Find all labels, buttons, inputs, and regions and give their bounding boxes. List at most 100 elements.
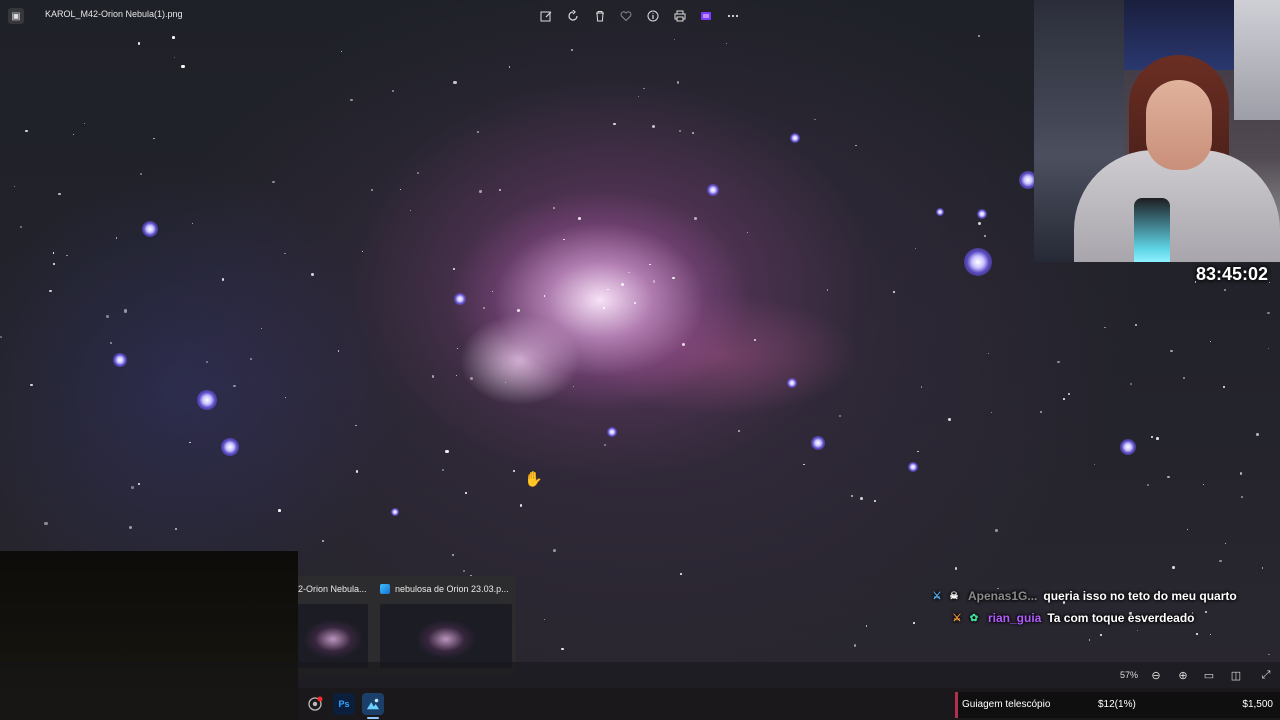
star — [1067, 392, 1070, 396]
photos-app-icon[interactable]: ▣ — [8, 8, 24, 24]
preview-title: nebulosa de Orion 23.03.p... — [395, 584, 509, 594]
star — [563, 238, 565, 241]
star — [371, 189, 373, 191]
chat-username[interactable]: rian_guia — [988, 611, 1041, 625]
star — [803, 463, 805, 466]
active-indicator — [367, 717, 379, 719]
chrome-icon[interactable] — [304, 693, 326, 715]
star — [191, 222, 193, 224]
star — [66, 254, 68, 256]
bright-star — [977, 209, 987, 219]
fit-screen-icon[interactable]: ▭ — [1202, 668, 1216, 682]
star — [1062, 398, 1065, 400]
star — [1039, 410, 1043, 413]
clipchamp-icon[interactable] — [697, 7, 715, 25]
delete-icon[interactable] — [591, 7, 609, 25]
info-icon[interactable] — [644, 7, 662, 25]
bright-star — [790, 133, 800, 143]
star — [977, 222, 981, 226]
star — [431, 375, 435, 378]
star — [140, 172, 143, 175]
star — [651, 124, 655, 128]
sword-badge-icon: ⚔ — [952, 612, 962, 624]
star — [233, 384, 236, 387]
star — [621, 283, 624, 286]
star — [978, 35, 981, 37]
star — [340, 51, 342, 53]
star — [633, 301, 636, 304]
chat-message: ⚔ ☠ Apenas1G... queria isso no teto do m… — [930, 585, 1275, 607]
edit-icon[interactable] — [537, 7, 555, 25]
star — [604, 443, 607, 446]
star — [337, 350, 339, 352]
star — [355, 424, 357, 427]
star — [561, 647, 564, 651]
star — [754, 339, 756, 341]
star — [1239, 471, 1243, 475]
star — [1240, 496, 1243, 498]
star — [355, 470, 358, 473]
bright-star — [908, 462, 918, 472]
star — [131, 485, 134, 489]
star — [1196, 633, 1198, 635]
star — [578, 217, 582, 220]
bright-star — [607, 427, 617, 437]
star — [453, 80, 457, 84]
star — [677, 81, 680, 84]
star — [1219, 559, 1222, 563]
star — [553, 549, 557, 552]
preview-window[interactable]: nebulosa de Orion 23.03.p... — [376, 576, 516, 676]
star — [271, 180, 275, 184]
goal-label: Guiagem telescópio — [962, 699, 1051, 710]
bright-star — [391, 508, 399, 516]
star — [49, 289, 52, 293]
star — [947, 417, 951, 421]
sword-badge-icon: ⚔ — [932, 590, 942, 602]
preview-window[interactable]: 2-Orion Nebula... — [298, 576, 372, 676]
fullscreen-icon[interactable]: ⤢ — [1259, 668, 1273, 682]
star — [814, 118, 816, 121]
star — [52, 252, 55, 254]
bright-star — [787, 378, 797, 388]
star — [391, 90, 394, 93]
bright-star — [936, 208, 944, 216]
star — [206, 361, 208, 363]
more-icon[interactable] — [724, 7, 742, 25]
star — [1267, 311, 1271, 315]
star — [58, 193, 61, 196]
star — [552, 206, 555, 209]
rotate-icon[interactable] — [564, 7, 582, 25]
preview-image — [298, 604, 368, 668]
zoom-out-icon[interactable]: ⊖ — [1149, 668, 1163, 682]
star — [678, 129, 682, 133]
hand-cursor-icon: ✋ — [524, 471, 543, 488]
star — [30, 383, 33, 387]
goal-progress: $12(1%) — [1098, 699, 1136, 710]
print-icon[interactable] — [671, 7, 689, 25]
gear-badge-icon: ✿ — [969, 612, 979, 624]
star — [1172, 565, 1175, 569]
zoom-level[interactable]: 57% — [1120, 670, 1138, 680]
star — [1057, 360, 1060, 364]
bright-star — [221, 438, 239, 456]
file-title: KAROL_M42-Orion Nebula(1).png — [45, 9, 183, 19]
star — [571, 48, 573, 51]
star — [850, 494, 854, 497]
star — [860, 497, 863, 500]
star — [476, 131, 479, 134]
photoshop-icon[interactable]: Ps — [333, 693, 355, 715]
chat-username[interactable]: Apenas1G... — [968, 589, 1037, 603]
bright-star — [113, 353, 127, 367]
favorite-icon[interactable] — [617, 7, 635, 25]
photos-icon[interactable] — [362, 693, 384, 715]
preview-image — [380, 604, 512, 668]
star — [826, 289, 828, 291]
bright-star — [1120, 439, 1136, 455]
star — [920, 386, 923, 388]
filmstrip-icon[interactable]: ◫ — [1229, 668, 1243, 682]
star — [1267, 347, 1270, 349]
star — [456, 347, 458, 350]
zoom-in-icon[interactable]: ⊕ — [1176, 668, 1190, 682]
donation-goal: Guiagem telescópio $12(1%) $1,500 — [955, 692, 1280, 718]
taskbar-preview: 2-Orion Nebula... nebulosa de Orion 23.0… — [298, 576, 516, 676]
